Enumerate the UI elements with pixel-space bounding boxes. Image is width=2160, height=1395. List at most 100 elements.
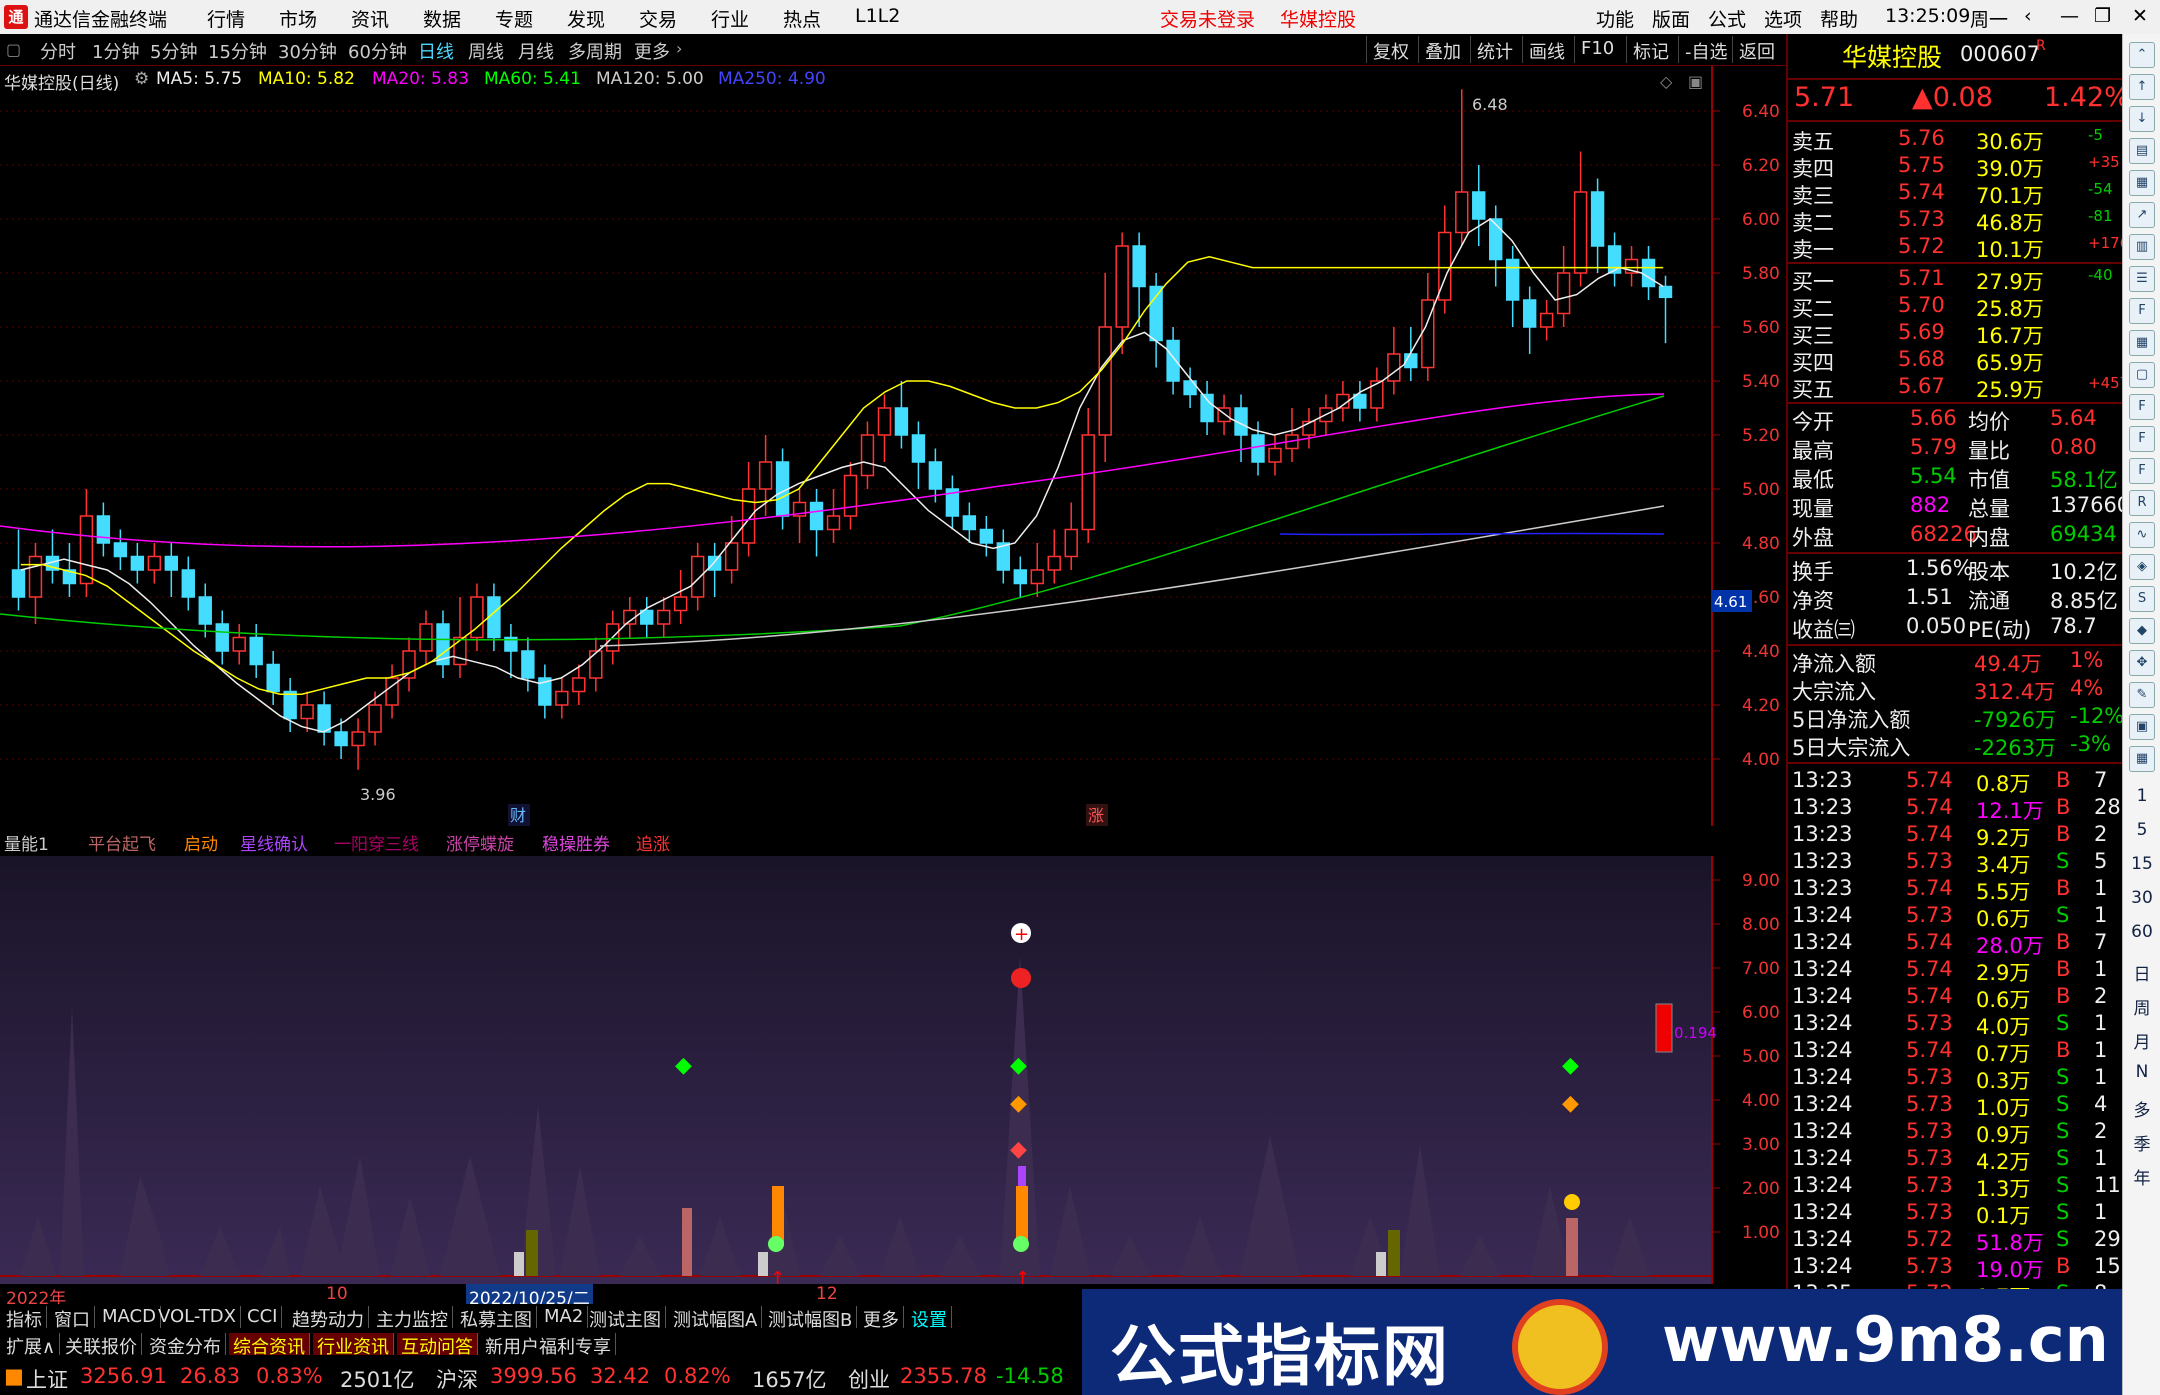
candle-body[interactable]	[657, 609, 671, 625]
candle-body[interactable]	[640, 609, 654, 625]
chevron-right-icon[interactable]: ›	[676, 39, 682, 58]
tick-row[interactable]: 13:24 5.73 0.6万 S 1	[1788, 903, 2124, 931]
ask-row[interactable]: 卖三 5.74 70.1万 -54	[1788, 180, 2124, 208]
close-icon[interactable]: ✕	[2132, 5, 2148, 27]
candle-body[interactable]	[1047, 555, 1061, 571]
period-year[interactable]: 年	[2123, 1164, 2160, 1189]
candle-body[interactable]	[113, 542, 128, 558]
candle-body[interactable]	[1115, 245, 1129, 328]
doc-icon[interactable]: ▢	[2129, 362, 2155, 388]
candle-body[interactable]	[741, 488, 756, 544]
period-tab[interactable]: 60分钟	[348, 38, 407, 64]
bid-row[interactable]: 买三 5.69 16.7万	[1788, 320, 2124, 348]
ask-row[interactable]: 卖四 5.75 39.0万 +35	[1788, 153, 2124, 181]
candle-body[interactable]	[1353, 393, 1367, 409]
kline-chart[interactable]: 6.406.206.005.805.605.405.205.004.804.60…	[0, 66, 1786, 826]
period-week[interactable]: 周	[2123, 994, 2160, 1019]
candle-body[interactable]	[979, 528, 994, 544]
candle-body[interactable]	[487, 596, 501, 639]
stats-row[interactable]: 净资 1.51 流通 8.85亿	[1788, 585, 2124, 613]
candle-body[interactable]	[419, 623, 433, 652]
index-name[interactable]: 沪深	[436, 1364, 478, 1394]
interval-5[interactable]: 5	[2123, 820, 2160, 840]
tab-tabs2[interactable]: 关联报价	[61, 1333, 142, 1358]
tab-tabs2[interactable]: 互动问答	[397, 1333, 478, 1358]
tab-tabs2[interactable]: 新用户福利专享	[481, 1333, 616, 1358]
tab-tabs1[interactable]: 设置	[907, 1306, 952, 1331]
tick-row[interactable]: 13:24 5.73 0.9万 S 2	[1788, 1119, 2124, 1147]
chart-icon[interactable]: ▤	[2129, 138, 2155, 164]
candle-body[interactable]	[1387, 353, 1401, 382]
period-tab[interactable]: 分时	[40, 38, 76, 64]
interval-30[interactable]: 30	[2123, 888, 2160, 908]
tab-tabs1[interactable]: 窗口	[50, 1306, 95, 1331]
tab-tabs1[interactable]: 趋势动力	[288, 1306, 369, 1331]
candle-body[interactable]	[1556, 272, 1571, 315]
candle-body[interactable]	[266, 663, 280, 693]
tab-tabs1[interactable]: 测试主图	[585, 1306, 666, 1331]
trend-icon[interactable]: ↗	[2129, 202, 2155, 228]
toolbar-button[interactable]: F10	[1574, 36, 1620, 63]
flow-row[interactable]: 5日净流入额 -7926万 -12%	[1788, 704, 2124, 732]
candle-body[interactable]	[147, 555, 162, 571]
sina-icon[interactable]: S	[2129, 586, 2155, 612]
candle-body[interactable]	[707, 555, 722, 571]
menu-square-icon[interactable]: ▢	[6, 40, 21, 59]
tab-tabs2[interactable]: 扩展∧	[2, 1333, 61, 1358]
pen-icon[interactable]: ✎	[2129, 682, 2155, 708]
tick-row[interactable]: 13:24 5.74 0.7万 B 1	[1788, 1038, 2124, 1066]
toolbar-button[interactable]: -自选	[1678, 36, 1734, 63]
toolbar-button[interactable]: 叠加	[1418, 36, 1467, 63]
tick-row[interactable]: 13:23 5.74 0.8万 B 7	[1788, 768, 2124, 796]
candle-body[interactable]	[1098, 326, 1112, 436]
candle-body[interactable]	[1064, 528, 1078, 558]
tab-tabs1[interactable]: 测试幅图B	[764, 1306, 858, 1331]
candle-body[interactable]	[809, 501, 824, 531]
period-month[interactable]: 月	[2123, 1028, 2160, 1053]
candle-body[interactable]	[164, 555, 178, 571]
menu-item[interactable]: 功能	[1596, 5, 1634, 32]
bid-row[interactable]: 买五 5.67 25.9万 +457	[1788, 374, 2129, 402]
period-tab[interactable]: 1分钟	[92, 38, 139, 64]
trade-status[interactable]: 交易未登录	[1160, 5, 1255, 32]
candle-body[interactable]	[1166, 339, 1180, 382]
index-name[interactable]: 创业	[848, 1364, 890, 1394]
tab-tabs1[interactable]: MACD	[98, 1306, 161, 1328]
tick-row[interactable]: 13:24 5.73 4.2万 S 1	[1788, 1146, 2124, 1174]
tab-tabs2[interactable]: 行业资讯	[313, 1333, 394, 1358]
report-icon[interactable]: R	[2129, 490, 2155, 516]
menu-item[interactable]: 选项	[1764, 5, 1802, 32]
candle-body[interactable]	[1455, 191, 1469, 234]
period-tab[interactable]: 多周期	[568, 38, 622, 64]
tab-tabs2[interactable]: 综合资讯	[229, 1333, 310, 1358]
tab-tabs1[interactable]: VOL-TDX	[154, 1306, 241, 1328]
tick-row[interactable]: 13:24 5.72 51.8万 S 29	[1788, 1227, 2124, 1255]
period-n[interactable]: N	[2123, 1062, 2160, 1082]
down-arrow-icon[interactable]: ↓	[2129, 106, 2155, 132]
grid-icon[interactable]: ▦	[2129, 170, 2155, 196]
interval-60[interactable]: 60	[2123, 922, 2160, 942]
candle-body[interactable]	[1539, 312, 1554, 328]
stats-row[interactable]: 外盘 68226 内盘 69434	[1788, 522, 2124, 550]
candle-body[interactable]	[1013, 569, 1027, 585]
kline-icon[interactable]: ▥	[2129, 234, 2155, 260]
up-arrow-icon[interactable]: ↑	[2129, 74, 2155, 100]
candle-body[interactable]	[1030, 569, 1044, 585]
candle-body[interactable]	[1590, 191, 1605, 247]
tick-row[interactable]: 13:24 5.74 0.6万 B 2	[1788, 984, 2124, 1012]
stats-row[interactable]: 最低 5.54 市值 58.1亿	[1788, 464, 2124, 492]
candle-body[interactable]	[1641, 258, 1656, 288]
period-tab[interactable]: 30分钟	[278, 38, 337, 64]
candle-body[interactable]	[28, 555, 43, 598]
period-tab-active[interactable]: 日线	[418, 38, 454, 64]
tab-tabs1[interactable]: CCI	[243, 1306, 283, 1328]
candle-body[interactable]	[724, 542, 739, 571]
candle-body[interactable]	[928, 461, 943, 490]
tick-row[interactable]: 13:23 5.74 9.2万 B 2	[1788, 822, 2124, 850]
tick-row[interactable]: 13:24 5.73 0.1万 S 1	[1788, 1200, 2124, 1228]
candle-body[interactable]	[1472, 191, 1486, 220]
tab-tabs1[interactable]: 指标	[2, 1306, 47, 1331]
candle-body[interactable]	[368, 704, 382, 733]
menu-item[interactable]: 行情	[207, 5, 245, 32]
candle-body[interactable]	[1251, 434, 1265, 463]
